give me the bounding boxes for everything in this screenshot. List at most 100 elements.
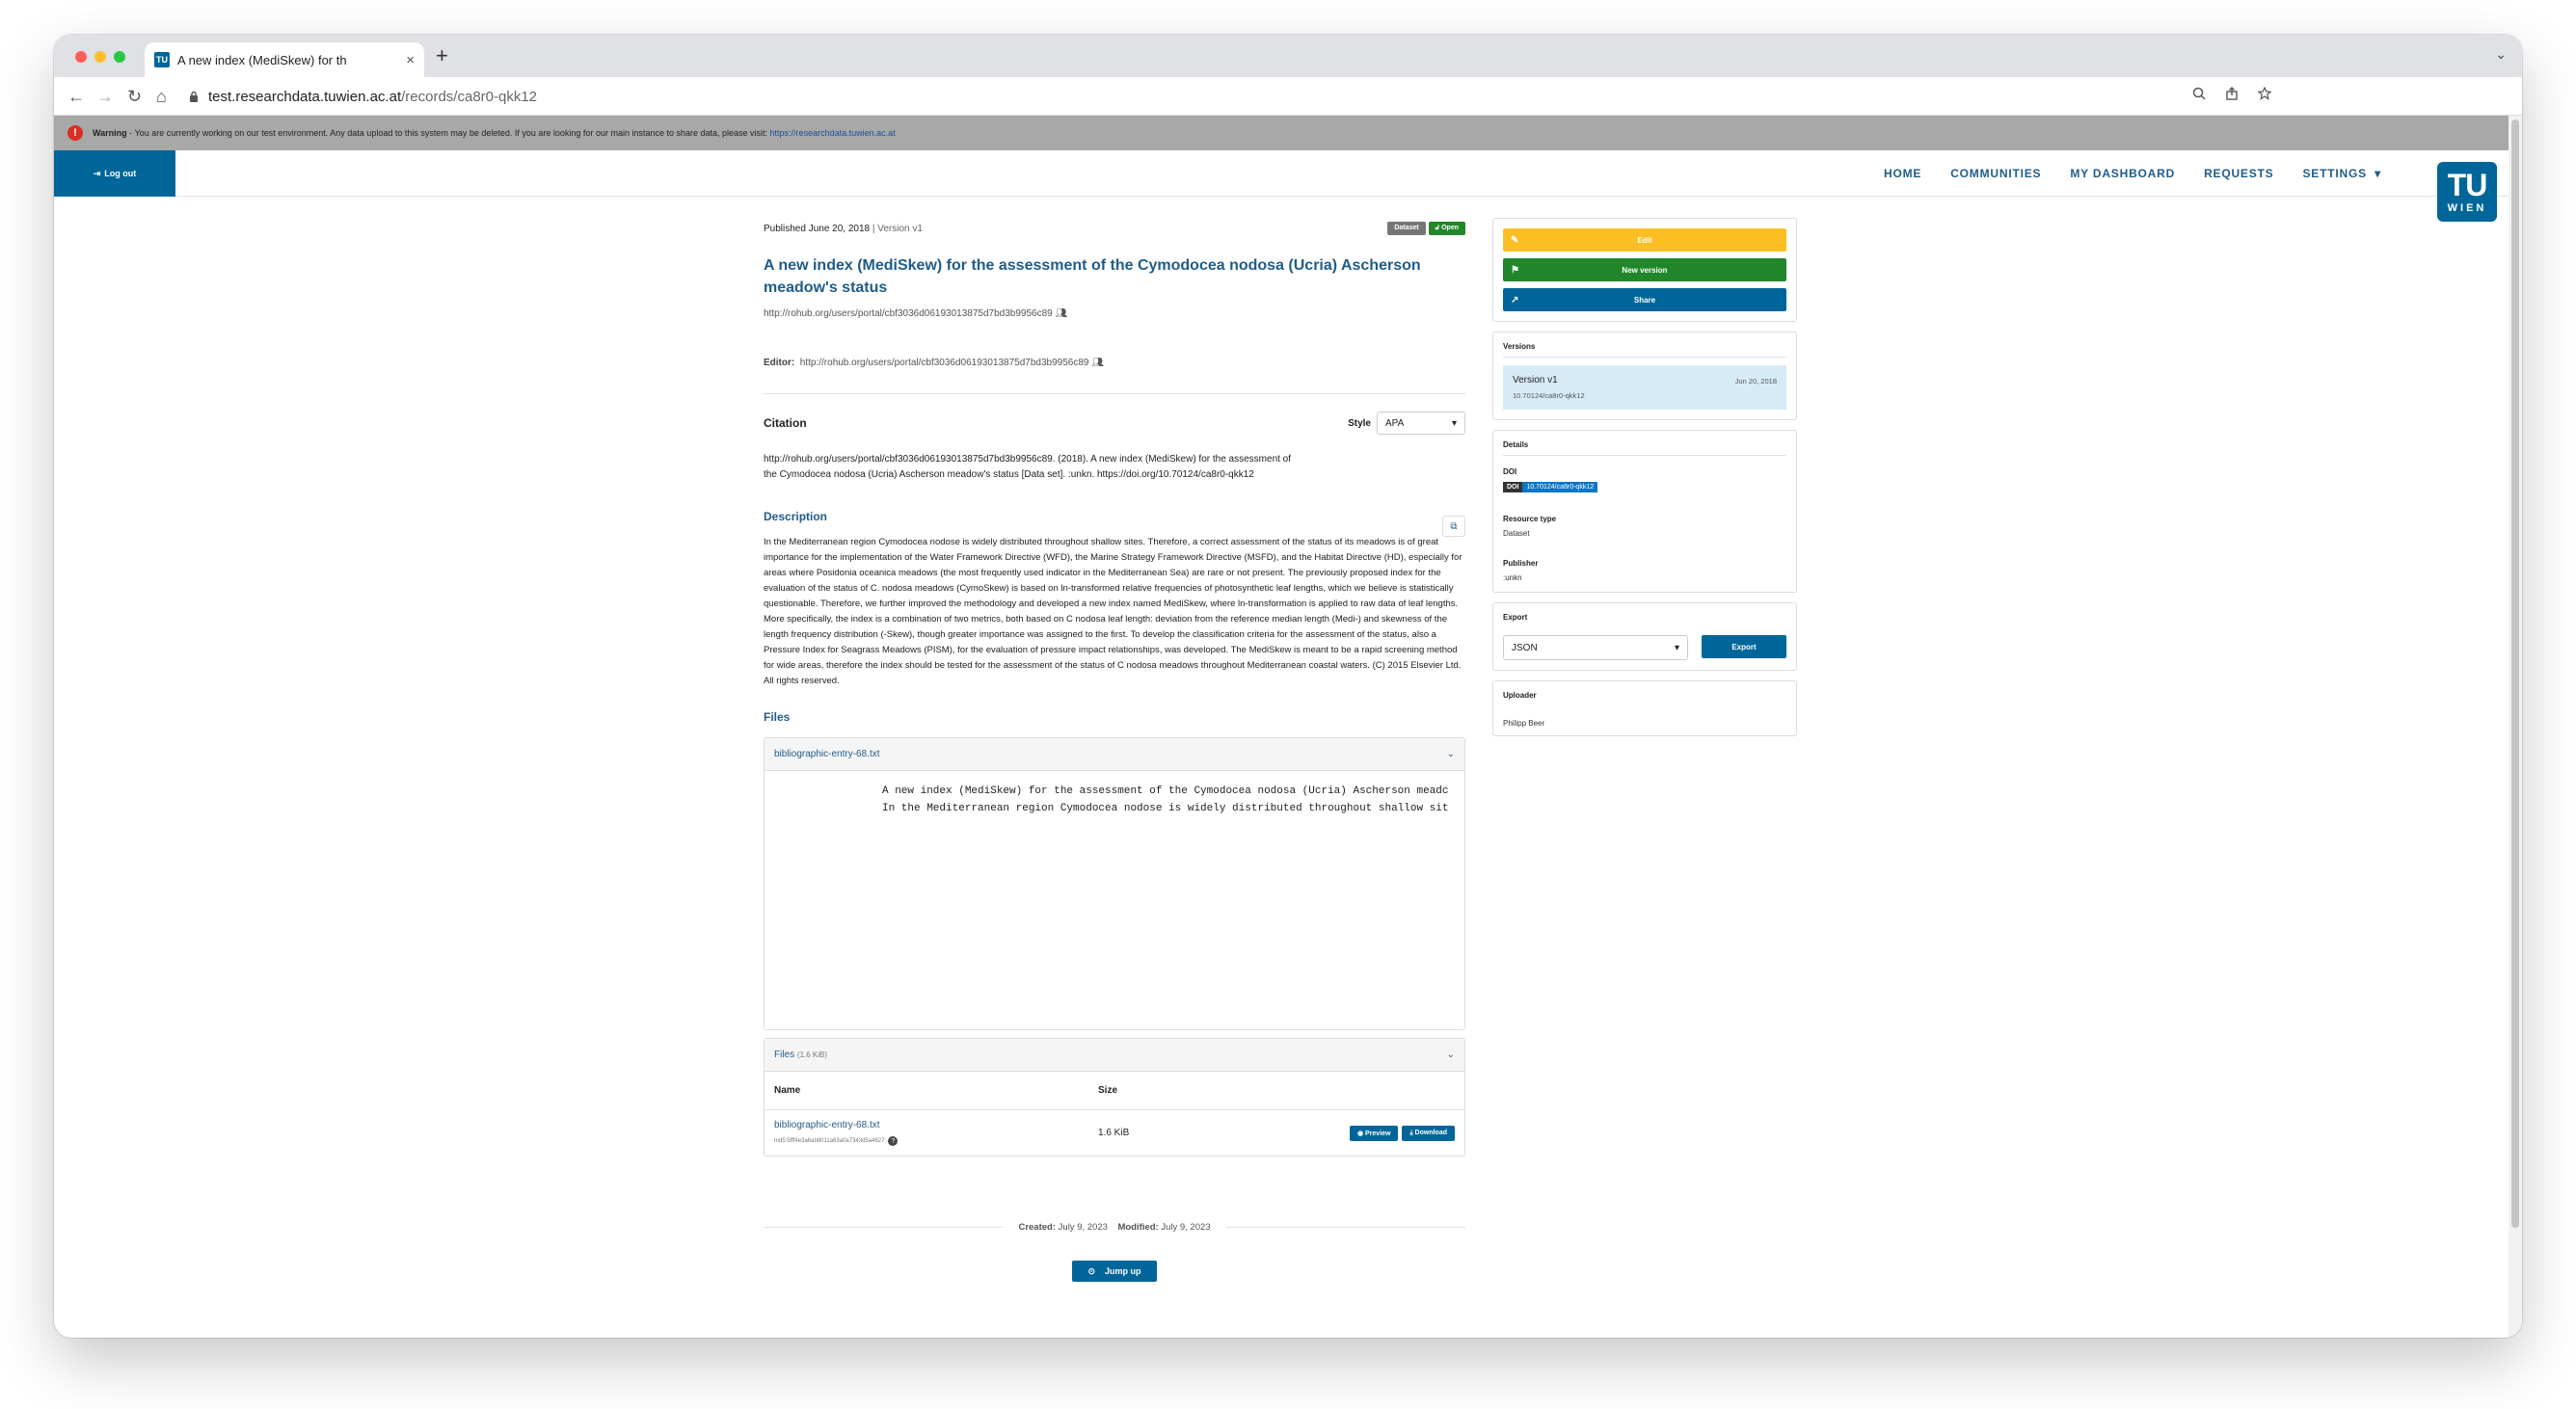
forward-icon[interactable]: → bbox=[96, 85, 114, 108]
preview-file-name: bibliographic-entry-68.txt bbox=[774, 749, 880, 759]
bookmark-star-icon[interactable] bbox=[2258, 87, 2271, 100]
version-doi: 10.70124/ca8r0-qkk12 bbox=[1513, 391, 1585, 400]
style-label: Style bbox=[1348, 417, 1371, 429]
description-heading: Description bbox=[764, 510, 828, 523]
file-checksum: md5:5fff4e3a6ab8011a63a0a7343d5a4627? bbox=[774, 1136, 1079, 1146]
edit-button[interactable]: ✎ Edit bbox=[1503, 228, 1786, 252]
chevron-down-icon: ⌄ bbox=[1446, 749, 1455, 759]
scrollbar-thumb[interactable] bbox=[2511, 120, 2519, 1228]
doi-badge[interactable]: DOI 10.70124/ca8r0-qkk12 bbox=[1503, 482, 1598, 492]
editor-label: Editor: bbox=[764, 358, 795, 368]
created-date: July 9, 2023 bbox=[1058, 1221, 1108, 1233]
menu-home[interactable]: HOME bbox=[1884, 167, 1921, 180]
warning-icon: ! bbox=[67, 125, 83, 141]
creator[interactable]: http://rohub.org/users/portal/cbf3036d06… bbox=[764, 308, 1465, 319]
uploader-heading: Uploader bbox=[1503, 691, 1537, 700]
menu-settings[interactable]: SETTINGS ▾ bbox=[2302, 167, 2381, 180]
files-heading: Files bbox=[764, 710, 791, 724]
uploader-name: Philipp Beer bbox=[1503, 719, 1545, 728]
url-text: test.researchdata.tuwien.ac.at/records/c… bbox=[208, 89, 537, 105]
share-icon: ↗ bbox=[1511, 294, 1519, 306]
created-label: Created: bbox=[1018, 1221, 1057, 1233]
browser-toolbar: ← → ↻ ⌂ test.researchdata.tuwien.ac.at/r… bbox=[54, 77, 2522, 116]
menu-requests[interactable]: REQUESTS bbox=[2204, 167, 2273, 180]
tab-close-icon[interactable]: × bbox=[406, 52, 415, 68]
resource-type-value: Dataset bbox=[1503, 529, 1530, 538]
col-actions bbox=[1196, 1072, 1464, 1110]
preview-label: Preview bbox=[1365, 1130, 1391, 1137]
style-value: APA bbox=[1385, 417, 1405, 429]
doi-badge-key: DOI bbox=[1503, 482, 1523, 492]
arrow-up-icon: ⊙ bbox=[1087, 1265, 1096, 1276]
doi-badge-value: 10.70124/ca8r0-qkk12 bbox=[1522, 482, 1598, 492]
new-tab-button[interactable]: + bbox=[436, 42, 448, 69]
export-card: Export JSON ▾ Export bbox=[1492, 602, 1797, 671]
record-main: Published June 20, 2018 | Version v1 Dat… bbox=[764, 222, 1465, 1282]
minimize-window-button[interactable] bbox=[94, 51, 106, 63]
copy-citation-button[interactable]: ⧉ bbox=[1442, 516, 1465, 537]
tab-search-chevron-icon[interactable]: ⌄ bbox=[2495, 46, 2507, 63]
help-icon[interactable]: ? bbox=[888, 1136, 899, 1146]
citation-body: http://rohub.org/users/portal/cbf3036d06… bbox=[764, 452, 1465, 537]
new-version-button[interactable]: ⚑ New version bbox=[1503, 258, 1786, 281]
omnibox-actions bbox=[2192, 87, 2271, 100]
citation-header: Citation Style APA ▾ bbox=[764, 412, 1465, 435]
preview-text: A new index (MediSkew) for the assessmen… bbox=[882, 783, 1464, 817]
share-page-icon[interactable] bbox=[2225, 87, 2239, 100]
file-name-cell: bibliographic-entry-68.txt md5:5fff4e3a6… bbox=[765, 1110, 1088, 1156]
back-icon[interactable]: ← bbox=[67, 85, 85, 108]
record-dates: Created: July 9, 2023 Modified: July 9, … bbox=[764, 1220, 1465, 1234]
copy-icon: ⧉ bbox=[1450, 520, 1458, 532]
edit-label: Edit bbox=[1637, 235, 1652, 245]
test-environment-warning: ! Warning - You are currently working on… bbox=[54, 116, 2509, 150]
file-name-link[interactable]: bibliographic-entry-68.txt bbox=[774, 1120, 1079, 1130]
main-instance-link[interactable]: https://researchdata.tuwien.ac.at bbox=[770, 128, 896, 138]
table-header-row: Name Size bbox=[765, 1072, 1464, 1110]
close-window-button[interactable] bbox=[75, 51, 87, 63]
share-button[interactable]: ↗ Share bbox=[1503, 288, 1786, 311]
dropdown-caret-icon: ▾ bbox=[1674, 642, 1679, 653]
maximize-window-button[interactable] bbox=[114, 51, 125, 63]
dates-text: Created: July 9, 2023 Modified: July 9, … bbox=[1003, 1222, 1225, 1233]
web-page: ! Warning - You are currently working on… bbox=[54, 116, 2509, 1338]
creator-name: http://rohub.org/users/portal/cbf3036d06… bbox=[764, 308, 1053, 319]
access-badge: 🔓︎ Open bbox=[1428, 222, 1465, 235]
chevron-down-icon: ⌄ bbox=[1446, 1050, 1455, 1060]
reload-icon[interactable]: ↻ bbox=[127, 85, 142, 108]
main-menu: HOME COMMUNITIES MY DASHBOARD REQUESTS S… bbox=[1884, 150, 2381, 197]
zoom-icon[interactable] bbox=[2192, 87, 2206, 100]
menu-communities[interactable]: COMMUNITIES bbox=[1950, 167, 2041, 180]
warning-body: - You are currently working on our test … bbox=[126, 128, 770, 138]
tu-wien-logo[interactable]: TU WIEN bbox=[2437, 162, 2497, 222]
table-row: bibliographic-entry-68.txt md5:5fff4e3a6… bbox=[765, 1110, 1464, 1156]
citation-text: http://rohub.org/users/portal/cbf3036d06… bbox=[764, 454, 1292, 480]
home-icon[interactable]: ⌂ bbox=[156, 85, 167, 108]
file-preview-header[interactable]: bibliographic-entry-68.txt ⌄ bbox=[765, 738, 1464, 771]
tu-favicon-icon: TU bbox=[154, 52, 170, 67]
file-preview-content[interactable]: A new index (MediSkew) for the assessmen… bbox=[765, 771, 1464, 1029]
col-size: Size bbox=[1088, 1072, 1197, 1110]
download-button[interactable]: ⤓ Download bbox=[1402, 1125, 1455, 1141]
download-icon: ⤓ bbox=[1409, 1129, 1413, 1136]
version-item[interactable]: Version v1 Jun 20, 2018 10.70124/ca8r0-q… bbox=[1503, 365, 1786, 410]
browser-tab[interactable]: TU A new index (MediSkew) for th × bbox=[145, 42, 424, 77]
menu-my-dashboard[interactable]: MY DASHBOARD bbox=[2070, 167, 2175, 180]
preview-line: A new index (MediSkew) for the assessmen… bbox=[882, 785, 1449, 797]
jump-up-button[interactable]: ⊙ Jump up bbox=[1072, 1261, 1157, 1282]
unlock-icon: 🔓︎ bbox=[1435, 225, 1440, 231]
address-bar[interactable]: test.researchdata.tuwien.ac.at/records/c… bbox=[189, 82, 2348, 111]
logo-wien: WIEN bbox=[2447, 202, 2487, 214]
export-button[interactable]: Export bbox=[1702, 635, 1786, 658]
divider bbox=[764, 393, 1465, 394]
logout-button[interactable]: ⇥ Log out bbox=[54, 150, 175, 197]
page-scrollbar[interactable] bbox=[2509, 116, 2522, 1338]
resource-type-label: Resource type bbox=[1503, 515, 1557, 523]
users-icon: 👥︎ bbox=[1055, 308, 1068, 319]
uploader-card: Uploader Philipp Beer bbox=[1492, 680, 1797, 736]
citation-style-select[interactable]: APA ▾ bbox=[1377, 412, 1465, 435]
files-list-header[interactable]: Files (1.6 KiB) ⌄ bbox=[765, 1039, 1464, 1072]
export-format-select[interactable]: JSON ▾ bbox=[1503, 635, 1688, 660]
editor-name[interactable]: http://rohub.org/users/portal/cbf3036d06… bbox=[800, 358, 1089, 368]
col-name: Name bbox=[765, 1072, 1088, 1110]
preview-button[interactable]: ◉ Preview bbox=[1349, 1125, 1399, 1141]
